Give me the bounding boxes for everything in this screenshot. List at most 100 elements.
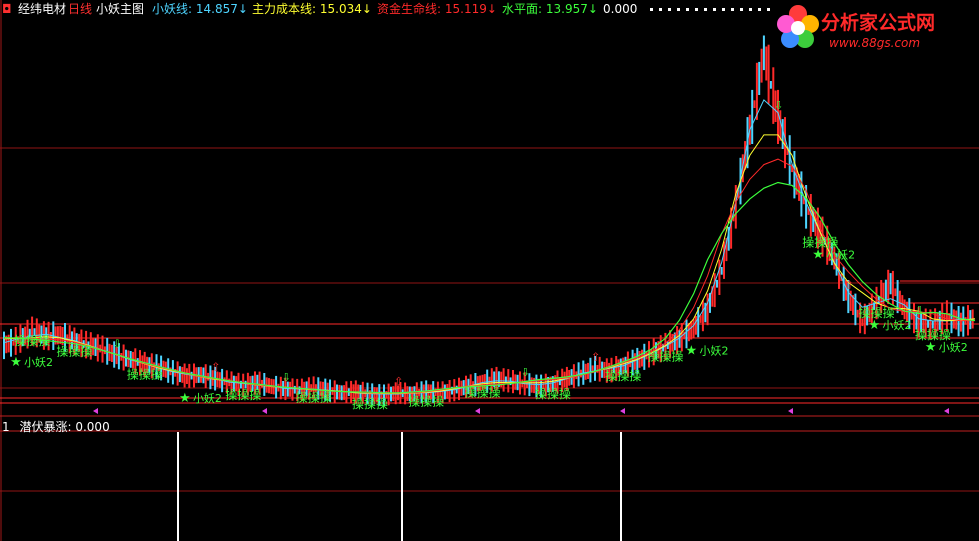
zhangting-label: 小妖2 (939, 340, 968, 354)
candle-bar (587, 362, 589, 379)
candle-bar (718, 259, 721, 295)
subpanel-label: 1 潜伏暴涨: 0.000 (2, 418, 110, 435)
candle-bar (753, 100, 756, 108)
candle-bar (584, 363, 587, 380)
candle-bar (3, 331, 5, 360)
candle-bar (101, 335, 104, 363)
price-chart: 操操操操操操操操操操操操 操操操 操操操 操操操操操操 操操操操操操操操操操操操操操操操… (0, 0, 979, 541)
candle-bar (530, 377, 533, 393)
signal-text: 操操操 (296, 390, 332, 405)
cost-line-readout: 主力成本线: 15.034↓ (252, 2, 372, 16)
close-icon[interactable]: ◘ (2, 0, 12, 18)
candle-bar (927, 320, 930, 328)
candle-bar (701, 300, 704, 332)
candle-bar (903, 299, 906, 320)
candle-bar (181, 366, 184, 383)
candle-bar (952, 309, 955, 329)
up-arrow-icon: ⇧ (844, 279, 853, 292)
zhangting-label: 小妖2 (24, 355, 53, 369)
up-arrow-icon: ⇧ (211, 361, 220, 374)
subpanel-title: 潜伏暴涨: (19, 420, 72, 434)
stock-name: 经纬电材 (18, 2, 67, 16)
candle-bar (338, 384, 341, 400)
star-icon: ★ (686, 344, 698, 359)
candle-bar (769, 81, 772, 89)
candle-bar (692, 319, 695, 338)
candle-bar (200, 366, 202, 383)
zhangting-label: 小妖2 (882, 318, 911, 332)
signal-text: 操操操 (56, 343, 92, 358)
candle-bar (723, 241, 725, 279)
candle-bar (894, 288, 897, 297)
star-icon: ★ (925, 340, 937, 355)
candle-bar (340, 385, 343, 401)
candle-bar (772, 67, 775, 124)
extra-readout: 0.000 (603, 2, 638, 16)
star-icon: ★ (868, 318, 880, 333)
logo-title: 分析家公式网 (821, 12, 936, 34)
candle-bar (178, 366, 181, 383)
signal-text: 操操操 (225, 387, 261, 402)
candle-bar (59, 325, 62, 345)
signal-text: 操操操 (535, 386, 571, 401)
candle-bar (446, 384, 449, 399)
candle-bar (502, 368, 505, 392)
candle-bar (793, 151, 796, 199)
zhangting-label: 小妖2 (826, 247, 855, 261)
candle-bar (788, 135, 791, 185)
candle-bar (713, 273, 716, 308)
logo-url: www.88gs.com (829, 36, 921, 50)
indicator-name: 小妖主图 (96, 2, 145, 16)
signal-text: 操操操 (647, 349, 683, 364)
candle-bar (183, 363, 186, 388)
candle-bar (706, 293, 709, 326)
candle-bar (343, 385, 346, 400)
up-arrow-icon: ⇧ (394, 375, 403, 388)
period-label: 日线 (68, 2, 93, 16)
life-line-readout: 资金生命线: 15.119↓ (377, 2, 497, 16)
candle-bar (767, 44, 770, 104)
water-level-readout: 水平面: 13.957↓ (502, 2, 598, 16)
candle-bar (957, 306, 960, 337)
star-icon: ★ (10, 355, 22, 370)
down-arrow-icon: ⇩ (281, 371, 290, 384)
candle-bar (188, 363, 191, 388)
candle-bar (959, 312, 962, 332)
signal-text: 操操操 (14, 333, 50, 348)
signal-text: 操操操 (408, 393, 444, 408)
candle-bar (716, 279, 718, 288)
candle-bar (901, 295, 904, 315)
candle-bar (945, 300, 948, 332)
candle-bar (765, 46, 768, 81)
candle-bar (291, 378, 294, 401)
star-icon: ★ (179, 391, 191, 406)
candle-bar (784, 117, 786, 169)
down-arrow-icon: ⇩ (521, 366, 530, 379)
candle-bar (751, 89, 754, 144)
candle-bar (336, 384, 338, 400)
candle-bar (261, 379, 263, 388)
star-icon: ★ (812, 247, 824, 262)
up-arrow-icon: ⇧ (591, 350, 600, 363)
down-arrow-icon: ⇩ (774, 99, 783, 112)
subpanel-value: 0.000 (75, 420, 110, 434)
candle-bar (176, 361, 179, 386)
zhangting-label: 小妖2 (700, 344, 729, 358)
candle-bar (720, 267, 723, 275)
signal-text: 操操操 (352, 396, 388, 411)
candle-bar (289, 381, 292, 397)
candle-bar (448, 380, 451, 403)
candle-bar (889, 273, 892, 295)
signal-text: 操操操 (127, 367, 163, 382)
candle-bar (694, 316, 697, 335)
candle-bar (185, 368, 188, 384)
candle-bar (760, 48, 763, 83)
xiaoyao-line-readout: 小妖线: 14.857↓ (152, 2, 248, 16)
signal-text: 操操操 (605, 368, 641, 383)
zhangting-label: 小妖2 (193, 391, 222, 405)
down-arrow-icon: ⇩ (113, 338, 122, 351)
down-arrow-icon: ⇩ (915, 304, 924, 317)
subpanel-index: 1 (2, 420, 10, 434)
candle-bar (10, 328, 12, 357)
candle-bar (202, 367, 205, 384)
